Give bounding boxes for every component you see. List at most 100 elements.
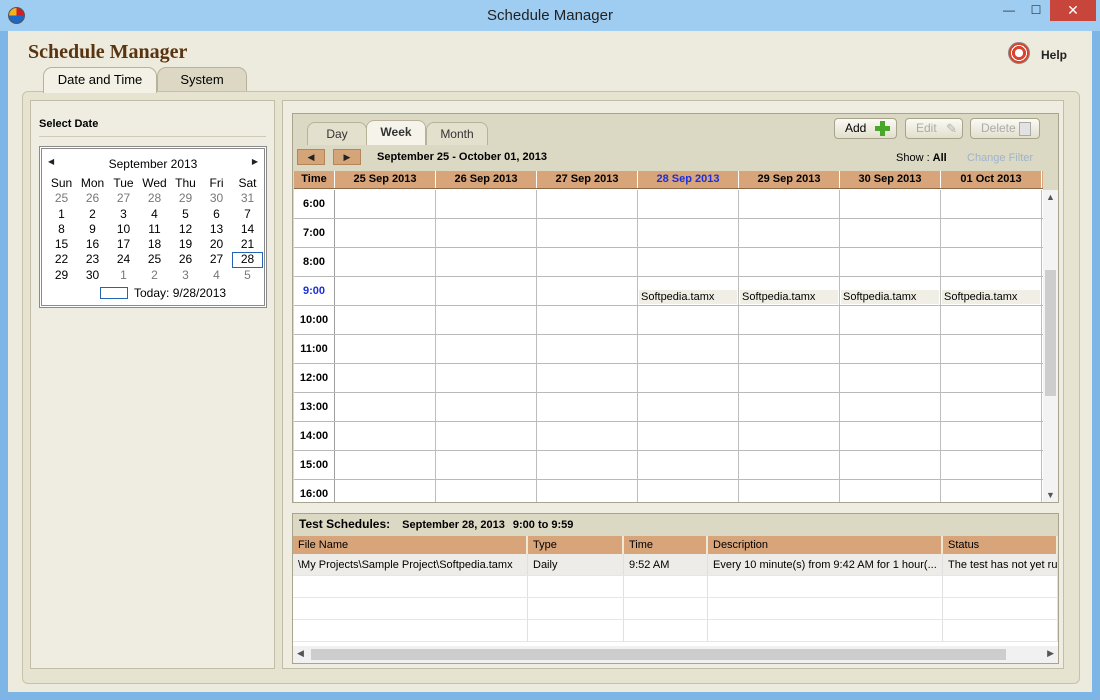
day-column-header[interactable]: 27 Sep 2013 — [537, 171, 638, 188]
calendar-day[interactable]: 28 — [139, 191, 170, 206]
time-slot-cell[interactable] — [638, 306, 739, 334]
time-slot-cell[interactable] — [537, 248, 638, 276]
tab-date-and-time[interactable]: Date and Time — [43, 67, 157, 93]
calendar-day[interactable]: 31 — [232, 191, 263, 206]
time-slot-cell[interactable] — [335, 422, 436, 450]
time-slot-cell[interactable] — [840, 422, 941, 450]
time-slot-cell[interactable] — [436, 451, 537, 479]
calendar-day[interactable]: 8 — [46, 222, 77, 237]
time-slot-cell[interactable] — [436, 219, 537, 247]
time-slot-cell[interactable] — [638, 451, 739, 479]
time-slot-cell[interactable] — [941, 451, 1042, 479]
scroll-right-icon[interactable]: ▶ — [1047, 648, 1054, 659]
time-slot-cell[interactable] — [638, 190, 739, 218]
calendar-day[interactable]: 16 — [77, 237, 108, 252]
week-grid[interactable]: Time 25 Sep 2013 26 Sep 2013 27 Sep 2013 28 … — [294, 171, 1043, 502]
time-slot-cell[interactable]: Softpedia.tamx — [638, 277, 739, 305]
maximize-button[interactable]: ☐ — [1023, 0, 1049, 21]
scroll-thumb-horizontal[interactable] — [311, 649, 1006, 660]
minimize-button[interactable]: — — [996, 0, 1022, 21]
calendar-day[interactable]: 26 — [77, 191, 108, 206]
time-slot-cell[interactable] — [436, 364, 537, 392]
time-slot-cell[interactable] — [638, 393, 739, 421]
time-slot-cell[interactable] — [941, 306, 1042, 334]
time-slot-cell[interactable] — [840, 190, 941, 218]
calendar-day[interactable]: 6 — [201, 207, 232, 222]
calendar-day[interactable]: 15 — [46, 237, 77, 252]
calendar-day[interactable]: 27 — [201, 252, 232, 267]
calendar-day[interactable]: 23 — [77, 252, 108, 267]
calendar-day[interactable]: 30 — [201, 191, 232, 206]
tab-week[interactable]: Week — [366, 120, 426, 145]
time-slot-cell[interactable] — [739, 422, 840, 450]
time-slot-cell[interactable] — [941, 219, 1042, 247]
calendar-day[interactable]: 20 — [201, 237, 232, 252]
calendar-day[interactable]: 29 — [170, 191, 201, 206]
calendar-day[interactable]: 19 — [170, 237, 201, 252]
day-column-header[interactable]: 28 Sep 2013 — [638, 171, 739, 188]
month-calendar[interactable]: ◀ September 2013 ▶ Sun Mon Tue Wed Thu Fri Sat… — [39, 146, 267, 308]
time-slot-cell[interactable] — [638, 480, 739, 502]
time-slot-cell[interactable]: Softpedia.tamx — [941, 277, 1042, 305]
time-slot-cell[interactable] — [638, 364, 739, 392]
calendar-day[interactable]: 18 — [139, 237, 170, 252]
edit-button[interactable]: Edit ✎ — [905, 118, 963, 139]
calendar-day[interactable]: 7 — [232, 207, 263, 222]
time-slot-cell[interactable] — [739, 306, 840, 334]
calendar-day[interactable]: 2 — [77, 207, 108, 222]
time-slot-cell[interactable] — [840, 306, 941, 334]
time-slot-cell[interactable] — [436, 422, 537, 450]
column-header[interactable]: Time — [624, 536, 708, 554]
day-column-header[interactable]: 30 Sep 2013 — [840, 171, 941, 188]
time-slot-cell[interactable] — [941, 364, 1042, 392]
time-slot-cell[interactable] — [335, 393, 436, 421]
time-slot-cell[interactable] — [436, 335, 537, 363]
time-slot-cell[interactable] — [739, 219, 840, 247]
calendar-day[interactable]: 4 — [201, 268, 232, 283]
time-slot-cell[interactable] — [840, 451, 941, 479]
tab-system[interactable]: System — [157, 67, 247, 92]
calendar-day[interactable]: 5 — [232, 268, 263, 283]
vertical-scrollbar[interactable]: ▲ ▼ — [1043, 190, 1058, 502]
time-slot-cell[interactable] — [436, 190, 537, 218]
time-slot-cell[interactable] — [537, 335, 638, 363]
calendar-day[interactable]: 24 — [108, 252, 139, 267]
time-slot-cell[interactable]: Softpedia.tamx — [840, 277, 941, 305]
time-slot-cell[interactable] — [739, 248, 840, 276]
calendar-day[interactable]: 3 — [108, 207, 139, 222]
appointment[interactable]: Softpedia.tamx — [942, 290, 1040, 304]
time-slot-cell[interactable] — [335, 248, 436, 276]
time-slot-cell[interactable] — [840, 248, 941, 276]
calendar-day[interactable]: 14 — [232, 222, 263, 237]
calendar-day[interactable]: 29 — [46, 268, 77, 283]
calendar-day[interactable]: 1 — [46, 207, 77, 222]
change-filter-link[interactable]: Change Filter — [967, 152, 1033, 164]
calendar-day[interactable]: 5 — [170, 207, 201, 222]
calendar-day[interactable]: 30 — [77, 268, 108, 283]
time-slot-cell[interactable] — [335, 306, 436, 334]
table-row[interactable]: \My Projects\Sample Project\Softpedia.ta… — [293, 554, 1058, 576]
time-slot-cell[interactable] — [436, 306, 537, 334]
time-slot-cell[interactable] — [739, 364, 840, 392]
week-grid-body[interactable]: 6:00 7:00 8:00 9:00 Softpedia.tamx Softpedia.… — [294, 190, 1043, 502]
time-slot-cell[interactable] — [436, 248, 537, 276]
time-slot-cell[interactable] — [436, 480, 537, 502]
scroll-up-icon[interactable]: ▲ — [1043, 192, 1058, 202]
time-slot-cell[interactable] — [537, 451, 638, 479]
appointment[interactable]: Softpedia.tamx — [639, 290, 737, 304]
time-slot-cell[interactable] — [840, 480, 941, 502]
time-slot-cell[interactable] — [941, 335, 1042, 363]
time-slot-cell[interactable] — [739, 451, 840, 479]
appointment[interactable]: Softpedia.tamx — [841, 290, 939, 304]
calendar-day[interactable]: 17 — [108, 237, 139, 252]
time-slot-cell[interactable] — [638, 219, 739, 247]
calendar-day[interactable]: 12 — [170, 222, 201, 237]
time-slot-cell[interactable] — [537, 480, 638, 502]
time-slot-cell[interactable]: Softpedia.tamx — [739, 277, 840, 305]
time-slot-cell[interactable] — [537, 219, 638, 247]
calendar-day[interactable]: 4 — [139, 207, 170, 222]
time-slot-cell[interactable] — [739, 480, 840, 502]
calendar-day[interactable]: 27 — [108, 191, 139, 206]
lifebuoy-icon[interactable] — [1008, 42, 1030, 64]
time-slot-cell[interactable] — [335, 364, 436, 392]
